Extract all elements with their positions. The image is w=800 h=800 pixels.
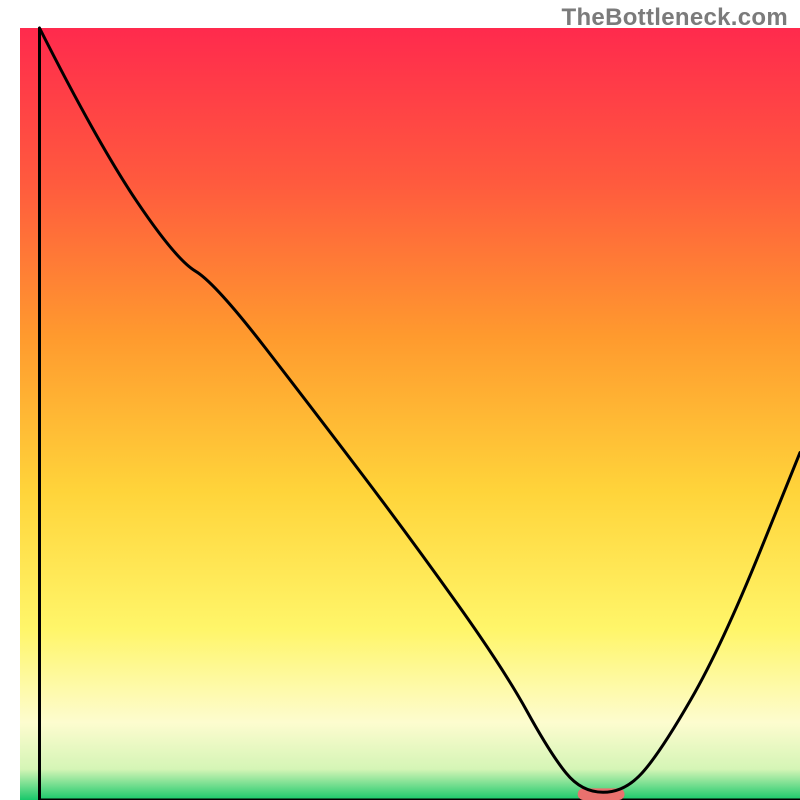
chart-container: TheBottleneck.com	[0, 0, 800, 800]
bottleneck-chart	[0, 0, 800, 800]
watermark-text: TheBottleneck.com	[562, 4, 788, 32]
gradient-background	[20, 28, 800, 800]
